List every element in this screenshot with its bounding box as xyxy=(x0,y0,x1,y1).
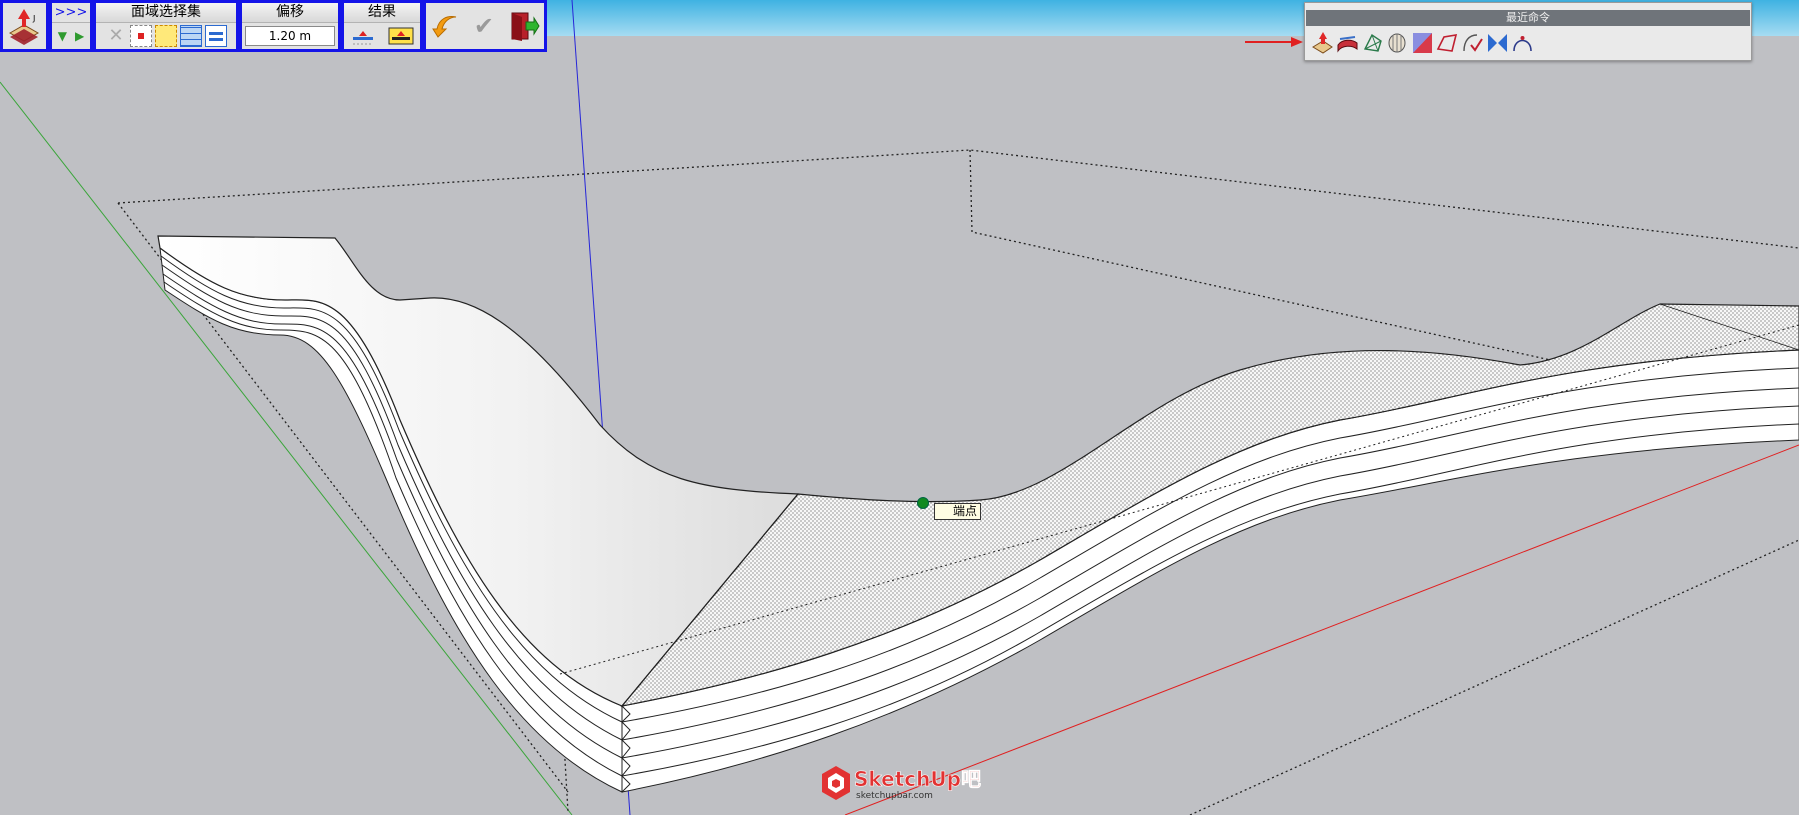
select-layers-icon[interactable] xyxy=(205,25,227,47)
exit-door-icon[interactable] xyxy=(508,10,540,42)
select-connected-icon[interactable] xyxy=(155,25,177,47)
recent-commands-title: 最近命令 xyxy=(1306,10,1750,26)
action-group: ✔ xyxy=(423,0,547,52)
model-scene[interactable] xyxy=(0,0,1799,815)
more-button[interactable]: >>> xyxy=(52,3,90,23)
recent-commands-icons xyxy=(1305,26,1751,55)
nav-group: >>> ▼ ▶ xyxy=(49,0,93,52)
curve-edge-icon[interactable] xyxy=(1436,31,1459,55)
endpoint-tooltip: 端点 xyxy=(934,503,982,520)
offset-label: 偏移 xyxy=(242,3,338,23)
select-face-icon[interactable] xyxy=(130,25,152,47)
result-label: 结果 xyxy=(344,3,420,23)
shell-ribs-icon[interactable] xyxy=(1386,31,1409,55)
result-surface-icon[interactable] xyxy=(349,25,377,47)
select-grid-icon[interactable] xyxy=(180,25,202,47)
down-arrow-icon[interactable]: ▼ xyxy=(58,29,67,43)
3d-viewport[interactable]: 端点 SketchUp吧 sketchupbar.com xyxy=(0,0,1799,815)
svg-text:sketchupbar.com: sketchupbar.com xyxy=(856,791,933,801)
undo-arrow-icon[interactable] xyxy=(430,11,460,41)
offset-input[interactable] xyxy=(245,26,335,46)
offset-group: 偏移 xyxy=(239,0,341,52)
tool-logo-group: J xyxy=(0,0,49,52)
result-solid-icon[interactable] xyxy=(387,25,415,47)
red-pointer-arrow xyxy=(1245,37,1303,47)
face-selection-label: 面域选择集 xyxy=(96,3,236,23)
bowtie-icon[interactable] xyxy=(1486,31,1509,55)
svg-text:J: J xyxy=(32,14,35,23)
recent-commands-panel: 最近命令 xyxy=(1304,2,1752,61)
svg-text:SketchUp吧: SketchUp吧 xyxy=(854,767,981,791)
diagonal-split-icon[interactable] xyxy=(1411,31,1434,55)
arch-icon[interactable] xyxy=(1511,31,1534,55)
sketchupbar-logo: SketchUp吧 sketchupbar.com xyxy=(822,766,981,801)
face-selection-group: 面域选择集 ✕ xyxy=(93,0,239,52)
dotted-guide-box xyxy=(117,149,1799,815)
joint-push-pull-icon[interactable] xyxy=(1311,31,1334,55)
endpoint-marker xyxy=(917,497,929,509)
play-arrow-icon[interactable]: ▶ xyxy=(75,29,84,43)
clear-selection-icon[interactable]: ✕ xyxy=(105,25,127,47)
curve-check-icon[interactable] xyxy=(1461,31,1484,55)
joint-push-pull-logo-icon[interactable]: J xyxy=(6,7,42,45)
result-group: 结果 xyxy=(341,0,423,52)
mesh-wire-icon[interactable] xyxy=(1361,31,1384,55)
confirm-check-icon[interactable]: ✔ xyxy=(469,11,499,41)
surface-follow-icon[interactable] xyxy=(1336,31,1359,55)
joint-push-pull-toolbar: J >>> ▼ ▶ 面域选择集 ✕ 偏移 结果 xyxy=(0,0,547,52)
